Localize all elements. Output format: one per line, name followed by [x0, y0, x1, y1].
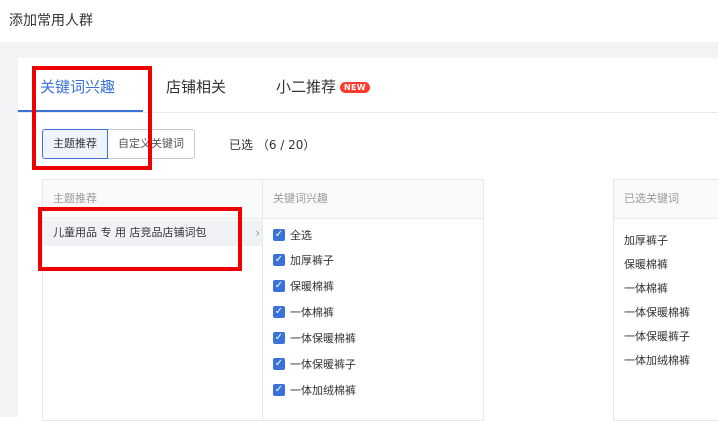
keyword-label: 一体保暖裤子 — [290, 358, 356, 371]
annotation-box-theme-item — [38, 207, 242, 271]
checkbox-checked-icon[interactable]: ✓ — [273, 358, 285, 370]
tab-store-related[interactable]: 店铺相关 — [166, 76, 226, 97]
keyword-row[interactable]: ✓ 一体保暖裤子 — [273, 355, 356, 373]
selected-panel-header: 已选关键词 — [614, 180, 718, 219]
keyword-row[interactable]: ✓ 加厚裤子 — [273, 251, 334, 269]
selected-keyword: 一体保暖棉裤 — [624, 306, 690, 319]
keyword-panel: 关键词兴趣 ✓ 全选 ✓ 加厚裤子 ✓ 保暖棉裤 ✓ 一体棉裤 ✓ 一体保暖棉裤 ✓ 一体保… — [262, 179, 484, 421]
keyword-label: 全选 — [290, 229, 312, 242]
keyword-row-select-all[interactable]: ✓ 全选 — [273, 226, 312, 244]
selected-keywords-panel: 已选关键词 加厚裤子 保暖棉裤 一体棉裤 一体保暖棉裤 一体保暖裤子 一体加绒棉… — [613, 179, 718, 421]
tab-staff-recommend[interactable]: 小二推荐 NEW — [276, 76, 370, 97]
selected-keyword: 一体保暖裤子 — [624, 330, 690, 343]
selected-keyword: 一体加绒棉裤 — [624, 354, 690, 367]
checkbox-checked-icon[interactable]: ✓ — [273, 306, 285, 318]
selected-keyword: 一体棉裤 — [624, 282, 668, 295]
selected-keyword: 保暖棉裤 — [624, 258, 668, 271]
checkbox-checked-icon[interactable]: ✓ — [273, 384, 285, 396]
keyword-row[interactable]: ✓ 保暖棉裤 — [273, 277, 334, 295]
keyword-label: 保暖棉裤 — [290, 280, 334, 293]
chevron-right-icon: › — [255, 226, 260, 240]
selected-keyword: 加厚裤子 — [624, 234, 668, 247]
keyword-label: 一体保暖棉裤 — [290, 332, 356, 345]
keyword-label: 一体棉裤 — [290, 306, 334, 319]
keyword-row[interactable]: ✓ 一体加绒棉裤 — [273, 381, 356, 399]
page-title: 添加常用人群 — [9, 13, 93, 29]
checkbox-checked-icon[interactable]: ✓ — [273, 332, 285, 344]
new-badge: NEW — [340, 82, 370, 93]
checkbox-checked-icon[interactable]: ✓ — [273, 229, 285, 241]
keyword-row[interactable]: ✓ 一体保暖棉裤 — [273, 329, 356, 347]
tab-staff-recommend-label: 小二推荐 — [276, 78, 337, 96]
keyword-label: 一体加绒棉裤 — [290, 384, 356, 397]
keyword-panel-header: 关键词兴趣 — [263, 180, 483, 219]
annotation-box-tab — [32, 66, 152, 170]
checkbox-checked-icon[interactable]: ✓ — [273, 280, 285, 292]
keyword-row[interactable]: ✓ 一体棉裤 — [273, 303, 334, 321]
checkbox-checked-icon[interactable]: ✓ — [273, 254, 285, 266]
selected-count: 已选 （6 / 20） — [229, 138, 316, 152]
keyword-label: 加厚裤子 — [290, 254, 334, 267]
